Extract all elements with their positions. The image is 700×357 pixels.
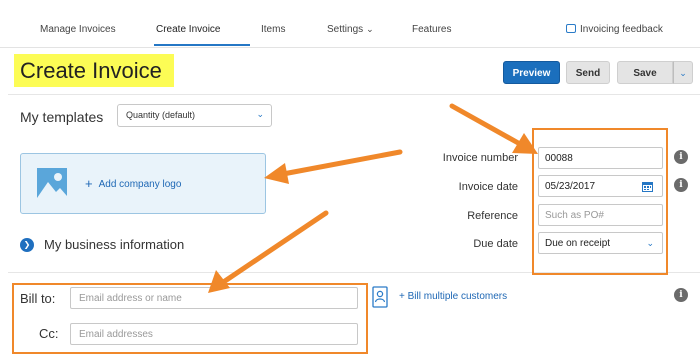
invoicing-feedback-link[interactable]: Invoicing feedback: [566, 24, 663, 35]
chevron-right-icon[interactable]: ❯: [20, 238, 34, 252]
save-options-button[interactable]: ⌄: [673, 61, 693, 84]
save-button[interactable]: Save: [617, 61, 673, 84]
feedback-icon: [566, 24, 576, 33]
cc-label: Cc:: [39, 326, 59, 341]
info-icon[interactable]: i: [674, 150, 688, 164]
divider: [8, 272, 700, 273]
add-logo-link[interactable]: + Add company logo: [85, 176, 181, 191]
invoice-date-value: 05/23/2017: [545, 181, 596, 192]
tab-create-invoice[interactable]: Create Invoice: [156, 24, 220, 35]
page-title: Create Invoice: [20, 58, 162, 83]
plus-icon: +: [399, 291, 408, 302]
send-button[interactable]: Send: [566, 61, 610, 84]
chevron-down-icon: ⌄: [256, 109, 264, 119]
reference-label: Reference: [467, 210, 518, 222]
contact-book-icon[interactable]: [372, 286, 388, 308]
templates-label: My templates: [20, 109, 104, 125]
reference-input[interactable]: Such as PO#: [538, 204, 663, 226]
top-nav: Manage Invoices Create Invoice Items Set…: [0, 0, 700, 48]
invoice-number-label: Invoice number: [442, 152, 518, 164]
tab-manage-invoices[interactable]: Manage Invoices: [40, 24, 116, 35]
bill-to-input[interactable]: Email address or name: [70, 287, 358, 309]
bill-multiple-customers-link[interactable]: + Bill multiple customers: [399, 291, 507, 302]
due-date-value: Due on receipt: [545, 238, 611, 249]
add-logo-label: Add company logo: [98, 179, 182, 190]
image-icon: [37, 168, 67, 198]
feedback-label: Invoicing feedback: [580, 24, 663, 35]
info-icon[interactable]: i: [674, 288, 688, 302]
chevron-down-icon: ⌄: [646, 238, 654, 248]
business-info-toggle[interactable]: My business information: [44, 237, 184, 252]
bill-to-label: Bill to:: [20, 291, 56, 306]
divider: [8, 94, 700, 95]
template-select-value: Quantity (default): [126, 110, 196, 120]
chevron-down-icon: ⌄: [679, 68, 687, 78]
add-logo-box[interactable]: + Add company logo: [20, 153, 266, 214]
invoice-date-label: Invoice date: [458, 181, 518, 193]
arrow-to-logo: [264, 149, 403, 184]
template-select[interactable]: Quantity (default) ⌄: [117, 104, 272, 127]
chevron-down-icon: ⌄: [366, 24, 374, 34]
calendar-icon[interactable]: [642, 181, 653, 192]
arrow-to-bill-to: [208, 210, 329, 293]
arrow-to-invoice-number: [449, 103, 538, 154]
invoice-date-input[interactable]: 05/23/2017: [538, 175, 663, 197]
active-tab-indicator: [154, 44, 250, 46]
info-icon[interactable]: i: [674, 178, 688, 192]
due-date-select[interactable]: Due on receipt ⌄: [538, 232, 663, 254]
tab-settings[interactable]: Settings ⌄: [327, 24, 374, 35]
tab-settings-label: Settings: [327, 24, 364, 35]
tab-features[interactable]: Features: [412, 24, 451, 35]
bill-multiple-label: Bill multiple customers: [407, 291, 508, 302]
preview-button[interactable]: Preview: [503, 61, 560, 84]
cc-input[interactable]: Email addresses: [70, 323, 358, 345]
plus-icon: +: [85, 176, 93, 191]
due-date-label: Due date: [473, 238, 518, 250]
tab-items[interactable]: Items: [261, 24, 285, 35]
invoice-number-input[interactable]: 00088: [538, 147, 663, 169]
